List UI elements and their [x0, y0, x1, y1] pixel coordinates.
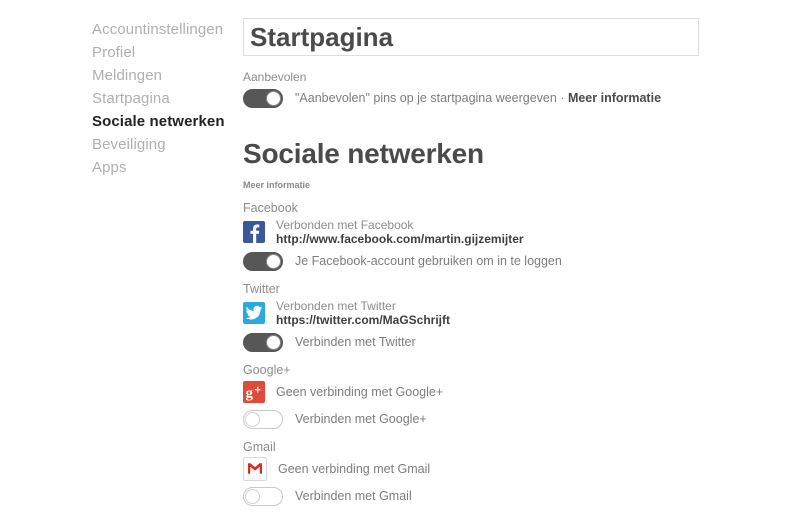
settings-main: Startpagina Aanbevolen "Aanbevolen" pins… [243, 18, 700, 506]
aanbevolen-description-text: "Aanbevolen" pins op je startpagina weer… [295, 91, 568, 105]
page-title-field[interactable]: Startpagina [243, 18, 699, 56]
svg-text:+: + [255, 384, 261, 396]
network-url-twitter[interactable]: https://twitter.com/MaGSchrijft [276, 313, 450, 327]
toggle-knob [266, 334, 281, 350]
gmail-connect-toggle[interactable] [243, 486, 283, 506]
network-block-twitter: Twitter Verbonden met Twitter https://tw… [243, 282, 700, 352]
aanbevolen-description: "Aanbevolen" pins op je startpagina weer… [295, 91, 661, 105]
aanbevolen-row: "Aanbevolen" pins op je startpagina weer… [243, 87, 700, 109]
network-status-googleplus: Geen verbinding met Google+ [276, 384, 444, 399]
network-url-facebook[interactable]: http://www.facebook.com/martin.gijzemijt… [276, 232, 524, 246]
network-block-googleplus: Google+ g + Geen verbinding met Google+ … [243, 363, 700, 429]
social-more-info-link[interactable]: Meer informatie [243, 180, 700, 190]
social-heading: Sociale netwerken [243, 138, 484, 169]
sidebar-item-sociale-netwerken[interactable]: Sociale netwerken [92, 110, 242, 133]
network-row-googleplus: g + Geen verbinding met Google+ [243, 380, 700, 404]
sidebar-item-apps[interactable]: Apps [92, 156, 242, 179]
twitter-connect-toggle-label: Verbinden met Twitter [295, 335, 416, 350]
network-name-googleplus: Google+ [243, 362, 291, 377]
network-toggle-row-twitter: Verbinden met Twitter [243, 332, 700, 352]
network-info-twitter: Verbonden met Twitter https://twitter.co… [276, 299, 450, 327]
googleplus-connect-toggle-label: Verbinden met Google+ [295, 412, 427, 427]
googleplus-icon: g + [243, 380, 265, 403]
network-row-facebook: Verbonden met Facebook http://www.facebo… [243, 218, 700, 246]
page-title: Startpagina [250, 22, 394, 52]
facebook-login-toggle-label: Je Facebook-account gebruiken om in te l… [295, 254, 562, 269]
aanbevolen-more-info-link[interactable]: Meer informatie [568, 91, 661, 105]
toggle-knob [266, 90, 281, 106]
googleplus-connect-toggle[interactable] [243, 409, 283, 429]
gmail-icon [243, 456, 267, 481]
twitter-icon [243, 301, 265, 324]
toggle-knob [245, 411, 260, 427]
network-toggle-row-gmail: Verbinden met Gmail [243, 486, 700, 506]
network-toggle-row-googleplus: Verbinden met Google+ [243, 409, 700, 429]
facebook-icon [243, 220, 265, 243]
network-block-facebook: Facebook Verbonden met Facebook http://w… [243, 201, 700, 271]
network-status-gmail: Geen verbinding met Gmail [278, 461, 431, 476]
network-name-twitter: Twitter [243, 281, 280, 296]
network-row-twitter: Verbonden met Twitter https://twitter.co… [243, 299, 700, 327]
sidebar-item-profiel[interactable]: Profiel [92, 41, 242, 64]
network-block-gmail: Gmail Geen verbinding met Gmail Verbinde… [243, 440, 700, 506]
toggle-knob [266, 253, 281, 269]
sidebar-item-accountinstellingen[interactable]: Accountinstellingen [92, 18, 242, 41]
aanbevolen-label: Aanbevolen [243, 70, 307, 84]
twitter-connect-toggle[interactable] [243, 332, 283, 352]
network-name-facebook: Facebook [243, 200, 298, 215]
svg-text:g: g [246, 385, 254, 401]
network-status-facebook: Verbonden met Facebook [276, 217, 414, 232]
network-name-gmail: Gmail [243, 439, 276, 454]
settings-page: Accountinstellingen Profiel Meldingen St… [0, 0, 800, 522]
aanbevolen-toggle[interactable] [243, 88, 283, 108]
network-row-gmail: Geen verbinding met Gmail [243, 456, 700, 481]
settings-sidebar: Accountinstellingen Profiel Meldingen St… [92, 18, 242, 179]
sidebar-item-startpagina[interactable]: Startpagina [92, 87, 242, 110]
facebook-login-toggle[interactable] [243, 251, 283, 271]
network-info-facebook: Verbonden met Facebook http://www.facebo… [276, 218, 524, 246]
network-status-twitter: Verbonden met Twitter [276, 298, 396, 313]
sidebar-item-meldingen[interactable]: Meldingen [92, 64, 242, 87]
toggle-knob [245, 488, 260, 504]
network-toggle-row-facebook: Je Facebook-account gebruiken om in te l… [243, 251, 700, 271]
sidebar-item-beveiliging[interactable]: Beveiliging [92, 133, 242, 156]
gmail-connect-toggle-label: Verbinden met Gmail [295, 489, 412, 504]
